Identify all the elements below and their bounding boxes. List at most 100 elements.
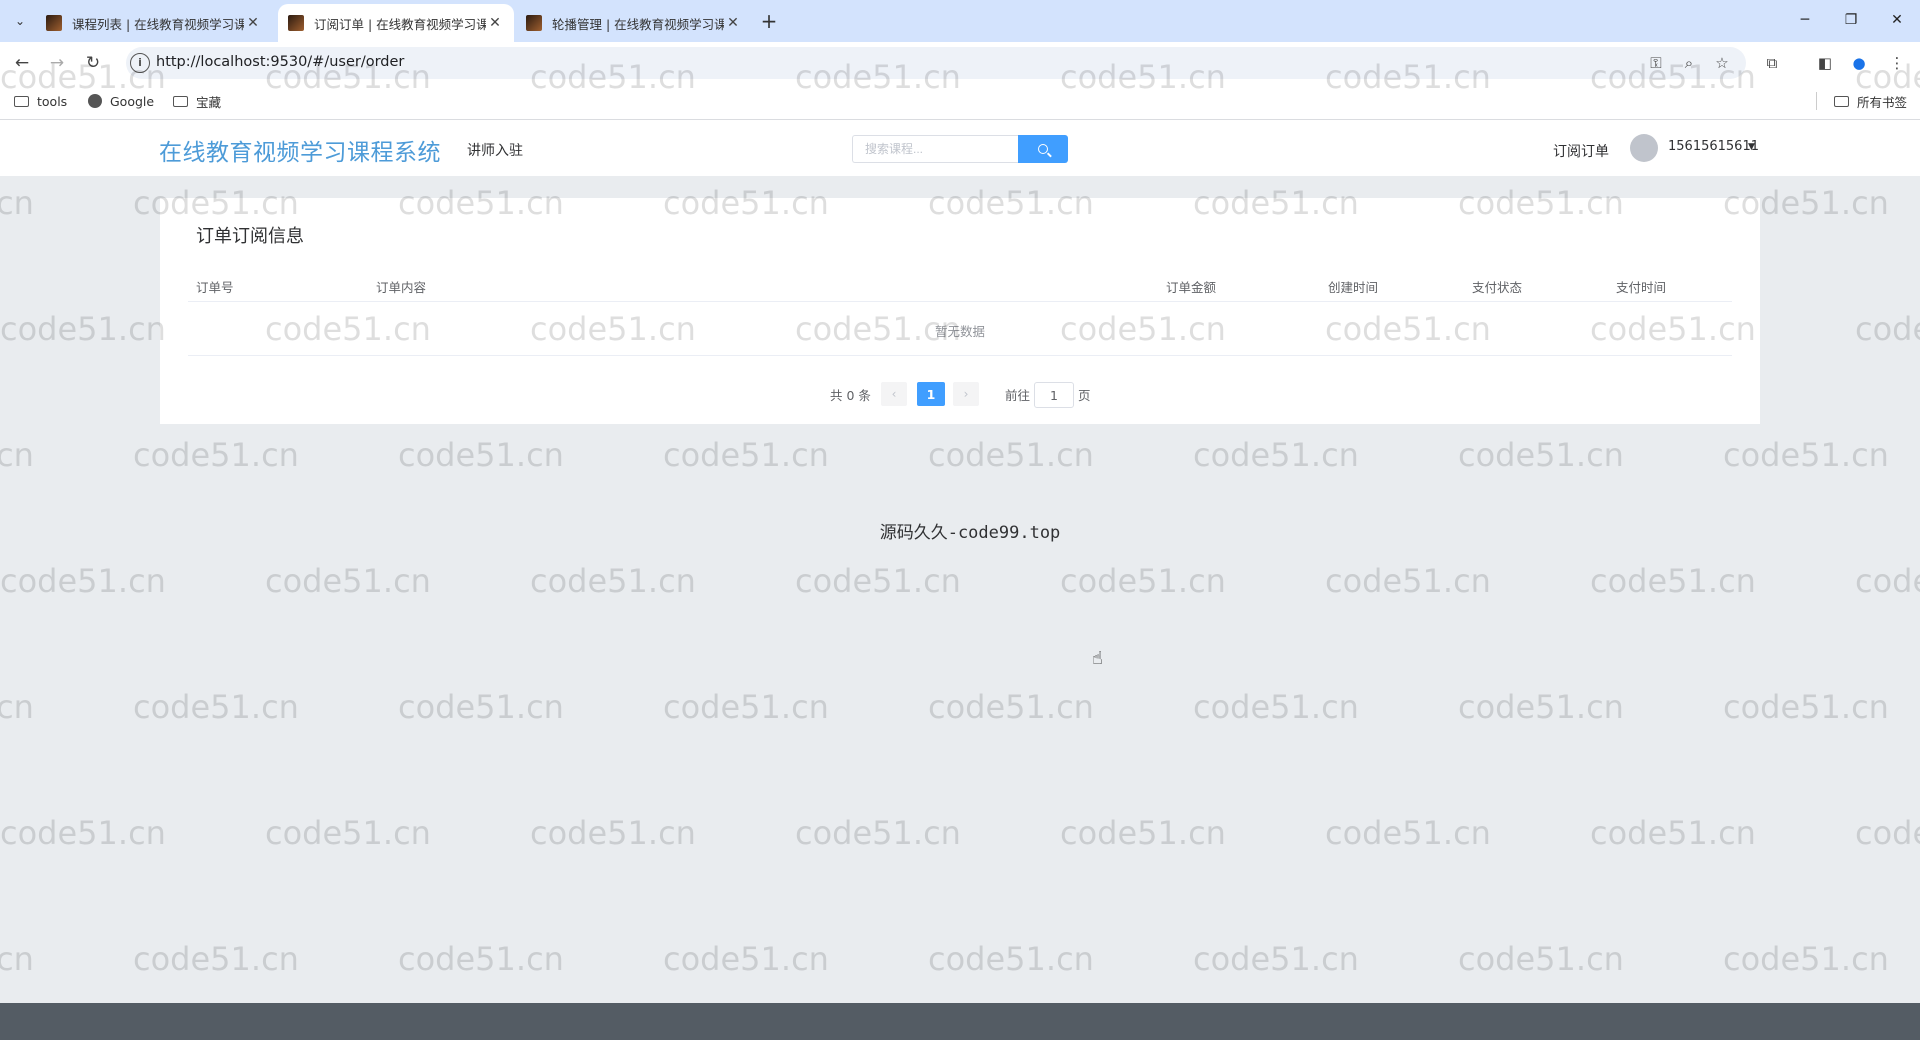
browser-tab-course-list[interactable]: 课程列表 | 在线教育视频学习课 ✕ (36, 4, 272, 42)
watermark-text: code51.cn (1325, 562, 1491, 600)
folder-icon (1834, 95, 1849, 107)
watermark-text: code51.cn (398, 688, 564, 726)
search-button[interactable] (1018, 135, 1068, 163)
watermark-text: code51.cn (928, 688, 1094, 726)
browser-tab-banner[interactable]: 轮播管理 | 在线教育视频学习课 ✕ (516, 4, 752, 42)
password-key-icon[interactable]: ⚿ (1645, 52, 1667, 74)
side-panel-icon[interactable]: ◧ (1814, 52, 1836, 74)
watermark-text: code51.cn (133, 688, 299, 726)
watermark-text: code51.cn (1458, 436, 1624, 474)
bookmark-label: 宝藏 (196, 94, 222, 110)
watermark-text: code51.cn (530, 562, 696, 600)
prev-page-icon[interactable]: ‹ (881, 382, 907, 406)
close-icon[interactable]: ✕ (244, 15, 262, 31)
page-number-current[interactable]: 1 (917, 382, 945, 406)
goto-label: 前往 (1005, 387, 1031, 403)
search-icon (1038, 144, 1048, 154)
restore-icon[interactable]: ❐ (1828, 0, 1874, 40)
extensions-icon[interactable]: ⧉ (1761, 52, 1783, 74)
watermark-text: code51.cn (265, 814, 431, 852)
all-bookmarks[interactable]: 所有书签 (1834, 91, 1907, 111)
folder-icon (173, 95, 188, 107)
caret-down-icon[interactable]: ▼ (1748, 142, 1755, 152)
watermark-text: code51.cn (663, 940, 829, 978)
watermark-text: code51.cn (1193, 436, 1359, 474)
favicon-icon (288, 15, 304, 31)
watermark-text: code51.cn (1723, 436, 1889, 474)
pagination-total: 共 0 条 (830, 387, 871, 403)
tab-title: 课程列表 | 在线教育视频学习课 (72, 16, 244, 32)
url-text[interactable]: http://localhost:9530/#/user/order (156, 54, 404, 70)
watermark-text: code51.cn (1590, 562, 1756, 600)
watermark-text: code51.cn (1855, 814, 1920, 852)
bookmarks-divider (1816, 92, 1817, 110)
forward-arrow-icon[interactable]: → (44, 50, 70, 76)
empty-text: 暂无数据 (934, 324, 985, 339)
bookmark-treasure[interactable]: 宝藏 (173, 91, 221, 111)
site-info-icon[interactable]: i (130, 53, 150, 73)
bookmark-tools[interactable]: tools (14, 91, 67, 111)
watermark-text: code51.cn (0, 310, 166, 348)
minimize-icon[interactable]: ─ (1782, 0, 1828, 40)
next-page-icon[interactable]: › (953, 382, 979, 406)
page-title: 订单订阅信息 (196, 226, 304, 247)
new-tab-plus-icon[interactable]: + (756, 9, 782, 35)
order-table-header: 订单号 订单内容 订单金额 创建时间 支付状态 支付时间 (188, 266, 1732, 302)
avatar[interactable] (1630, 134, 1658, 162)
watermark-text: code51.cn (0, 562, 166, 600)
column-header-pay-time: 支付时间 (1616, 280, 1667, 295)
teacher-apply-link[interactable]: 讲师入驻 (467, 140, 523, 160)
watermark-text: code51.cn (1855, 310, 1920, 348)
folder-icon (14, 95, 29, 107)
zoom-icon[interactable]: ⌕ (1678, 52, 1700, 74)
bookmark-label: tools (37, 93, 68, 109)
browser-tab-order[interactable]: 订阅订单 | 在线教育视频学习课 ✕ (278, 4, 514, 42)
watermark-text: code51.cn (1590, 814, 1756, 852)
watermark-text: code51.cn (0, 814, 166, 852)
bookmark-star-icon[interactable]: ☆ (1711, 52, 1733, 74)
watermark-text: code51.cn (1060, 562, 1226, 600)
watermark-text: code51.cn (1458, 940, 1624, 978)
watermark-text: code51.cn (1060, 814, 1226, 852)
favicon-icon (46, 15, 62, 31)
watermark-text: code51.cn (530, 814, 696, 852)
watermark-text: code51.cn (663, 436, 829, 474)
profile-icon[interactable]: ● (1848, 52, 1870, 74)
menu-kebab-icon[interactable]: ⋮ (1886, 52, 1908, 74)
bookmark-label: Google (110, 93, 155, 109)
watermark-text: code51.cn (0, 940, 34, 978)
watermark-text: code51.cn (928, 436, 1094, 474)
watermark-text: code51.cn (133, 436, 299, 474)
column-header-amount: 订单金额 (1166, 280, 1217, 295)
site-logo[interactable]: 在线教育视频学习课程系统 (159, 133, 441, 167)
watermark-text: code51.cn (1723, 940, 1889, 978)
watermark-text: code51.cn (1193, 688, 1359, 726)
window-close-icon[interactable]: ✕ (1874, 0, 1920, 40)
watermark-text: code51.cn (0, 688, 34, 726)
column-header-order-no: 订单号 (196, 280, 234, 295)
watermark-text: code51.cn (1855, 562, 1920, 600)
back-arrow-icon[interactable]: ← (9, 50, 35, 76)
username[interactable]: 15615615611 (1668, 139, 1759, 154)
address-bar[interactable]: i http://localhost:9530/#/user/order (126, 47, 1746, 79)
favicon-icon (526, 15, 542, 31)
course-search-input[interactable] (853, 136, 1018, 162)
reload-icon[interactable]: ↻ (80, 50, 106, 76)
watermark-text: code51.cn (663, 688, 829, 726)
bookmark-google[interactable]: Google (88, 91, 154, 111)
tab-search-chevron-icon[interactable]: ⌄ (8, 9, 32, 33)
goto-page-input[interactable]: 1 (1034, 382, 1074, 408)
source-text: 源码久久-code99.top (879, 523, 1061, 543)
footer-bar (0, 1003, 1920, 1040)
browser-tab-bar: ⌄ 课程列表 | 在线教育视频学习课 ✕ 订阅订单 | 在线教育视频学习课 ✕ … (0, 0, 1920, 42)
close-icon[interactable]: ✕ (486, 15, 504, 31)
close-icon[interactable]: ✕ (724, 15, 742, 31)
column-header-created: 创建时间 (1328, 280, 1379, 295)
tab-title: 订阅订单 | 在线教育视频学习课 (314, 16, 486, 32)
hand-cursor-icon: ☝ (1092, 648, 1103, 669)
tab-title: 轮播管理 | 在线教育视频学习课 (552, 16, 724, 32)
column-header-pay-status: 支付状态 (1472, 280, 1523, 295)
bookmark-label: 所有书签 (1857, 94, 1908, 110)
order-link[interactable]: 订阅订单 (1553, 141, 1609, 161)
column-header-content: 订单内容 (376, 280, 427, 295)
